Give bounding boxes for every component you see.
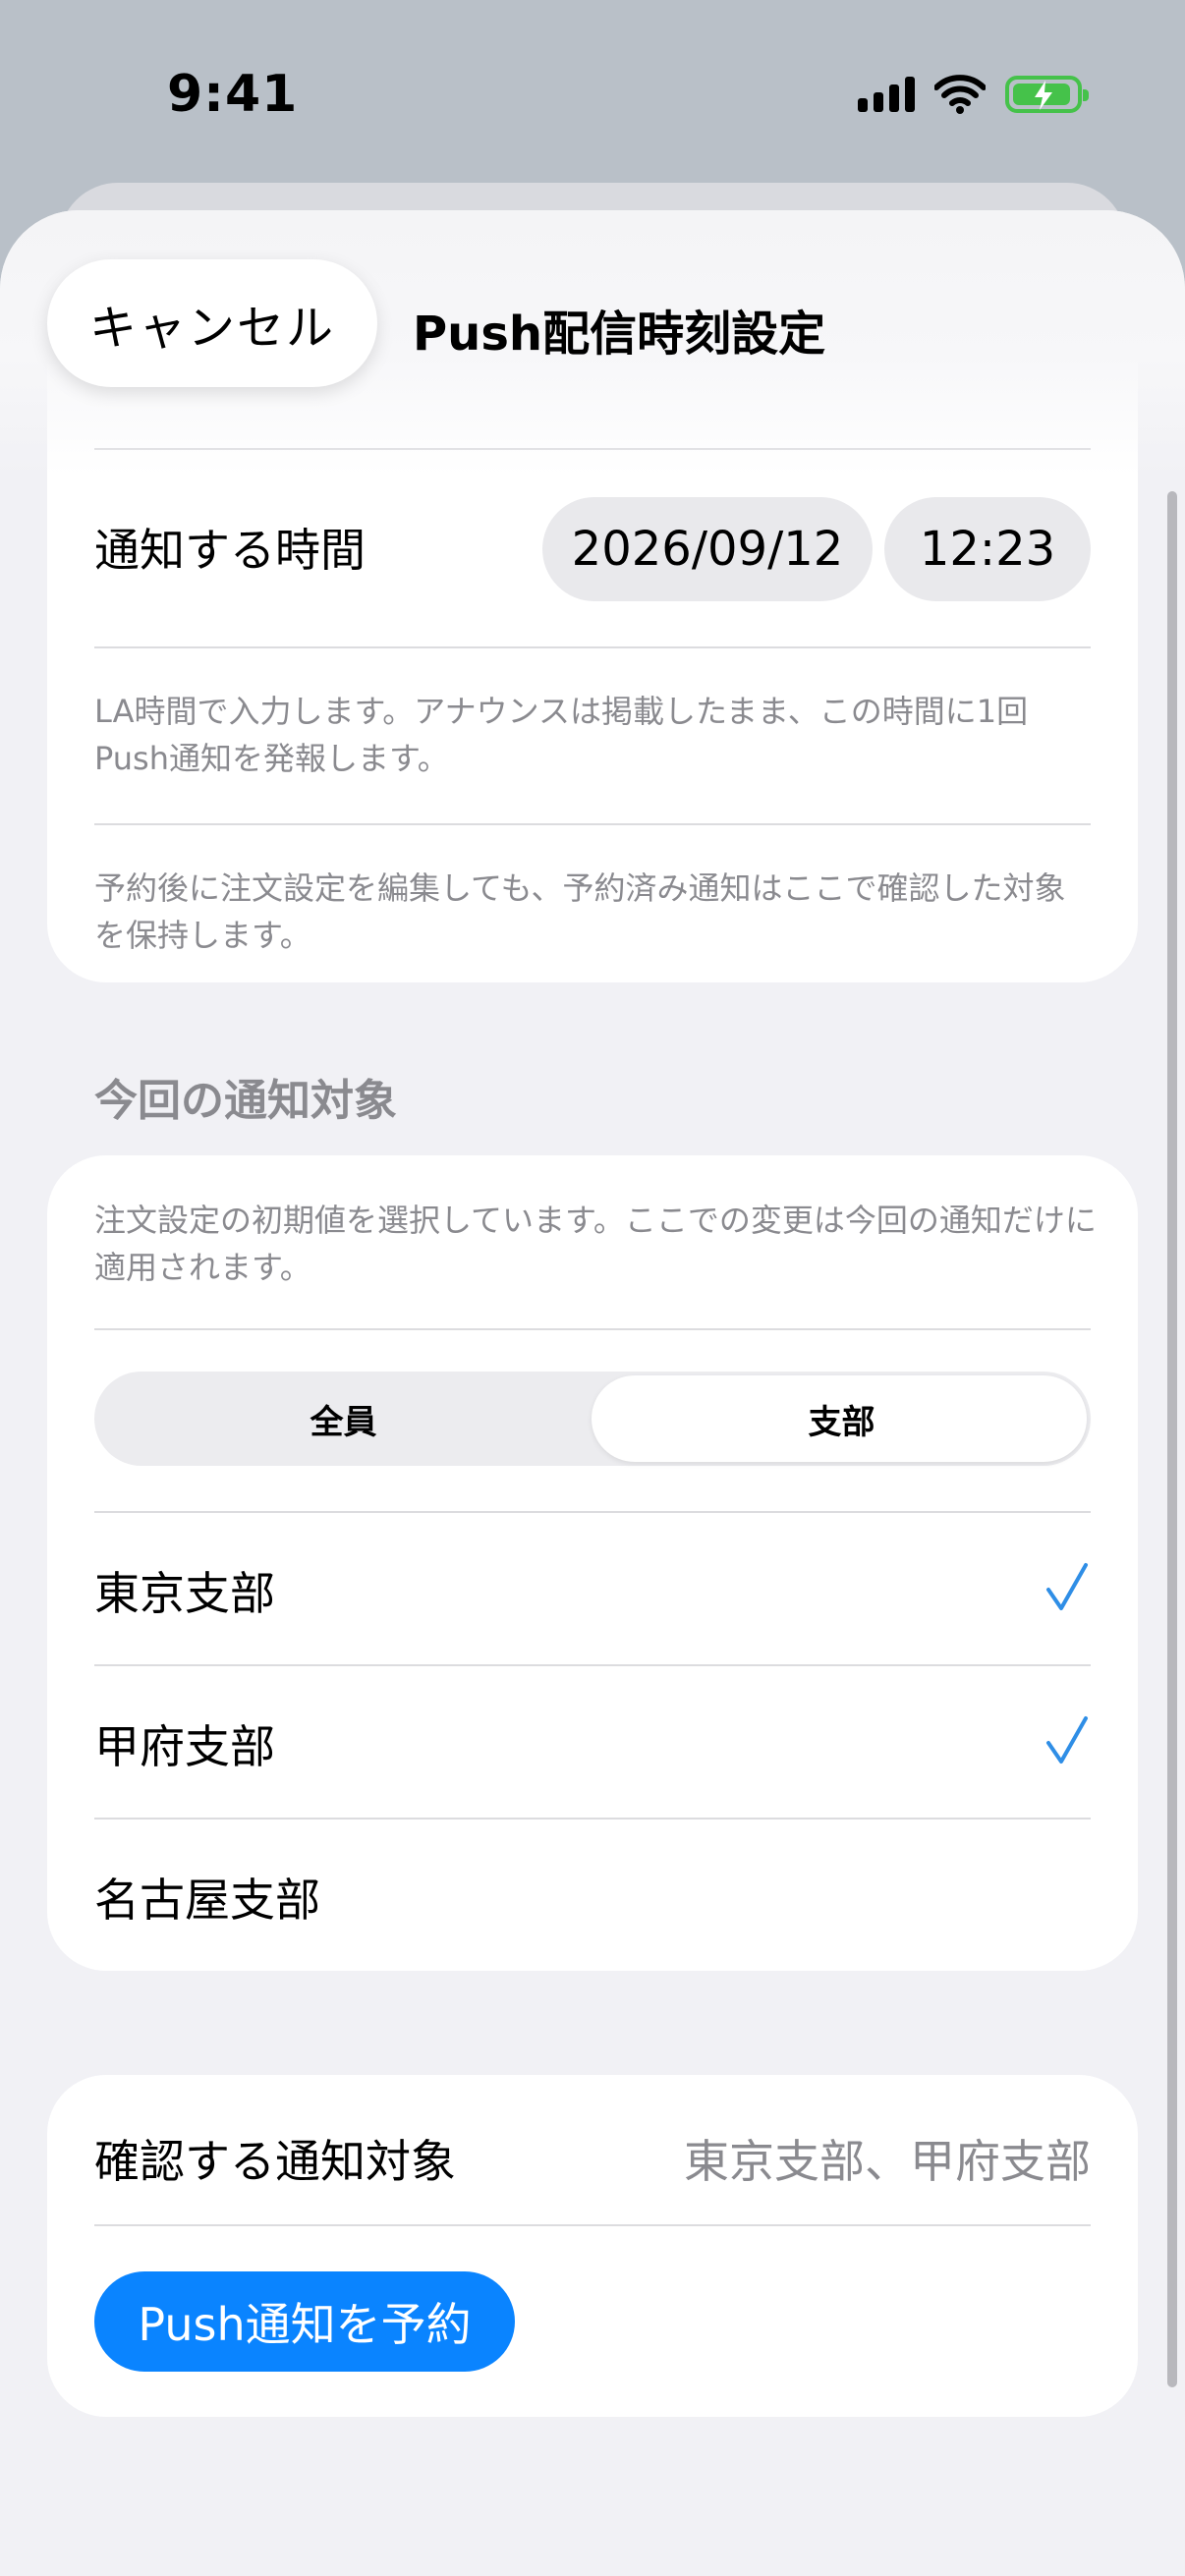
date-picker-button[interactable]: 2026/09/12 <box>542 497 873 601</box>
wifi-icon <box>934 75 986 114</box>
branch-label: 名古屋支部 <box>94 1874 320 1927</box>
divider <box>94 823 1091 825</box>
segment-all[interactable]: 全員 <box>94 1372 592 1466</box>
segment-branch[interactable]: 支部 <box>592 1372 1091 1466</box>
schedule-push-button[interactable]: Push通知を予約 <box>94 2271 515 2372</box>
branch-label: 甲府支部 <box>94 1720 275 1773</box>
status-bar: 9:41 <box>0 0 1185 187</box>
target-segmented-control: 全員 支部 <box>94 1372 1091 1466</box>
divider <box>94 2224 1091 2226</box>
cancel-button[interactable]: キャンセル <box>47 259 377 387</box>
reservation-note: 予約後に注文設定を編集しても、予約済み通知はここで確認した対象を保持します。 <box>94 869 1066 954</box>
scroll-indicator[interactable] <box>1167 491 1177 2387</box>
notify-time-label: 通知する時間 <box>94 524 366 577</box>
push-schedule-sheet: キャンセル Push配信時刻設定 通知する時間 2026/09/12 12:23… <box>0 210 1185 2576</box>
time-picker-button[interactable]: 12:23 <box>884 497 1091 601</box>
divider <box>94 1664 1091 1666</box>
branch-label: 東京支部 <box>94 1567 275 1620</box>
divider <box>94 646 1091 648</box>
battery-charging-icon <box>1005 76 1089 113</box>
confirm-targets-value: 東京支部、甲府支部 <box>684 2135 1091 2188</box>
divider <box>94 1328 1091 1330</box>
section-title-targets: 今回の通知対象 <box>94 1076 397 1126</box>
status-time: 9:41 <box>167 65 299 124</box>
cellular-signal-icon <box>858 77 915 112</box>
checkmark-icon <box>1046 1563 1088 1610</box>
targets-note: 注文設定の初期値を選択しています。ここでの変更は今回の通知だけに適用されます。 <box>94 1202 1097 1286</box>
status-icons <box>858 73 1089 116</box>
targets-card: 注文設定の初期値を選択しています。ここでの変更は今回の通知だけに適用されます。 … <box>47 1155 1138 1971</box>
la-time-note: LA時間で入力します。アナウンスは掲載したまま、この時間に1回Push通知を発報… <box>94 693 1029 777</box>
confirm-targets-label: 確認する通知対象 <box>94 2135 456 2188</box>
checkmark-icon <box>1046 1716 1088 1764</box>
divider <box>94 1511 1091 1513</box>
sheet-title: Push配信時刻設定 <box>413 307 826 362</box>
divider <box>94 1818 1091 1820</box>
confirm-card: 確認する通知対象 東京支部、甲府支部 Push通知を予約 <box>47 2075 1138 2417</box>
